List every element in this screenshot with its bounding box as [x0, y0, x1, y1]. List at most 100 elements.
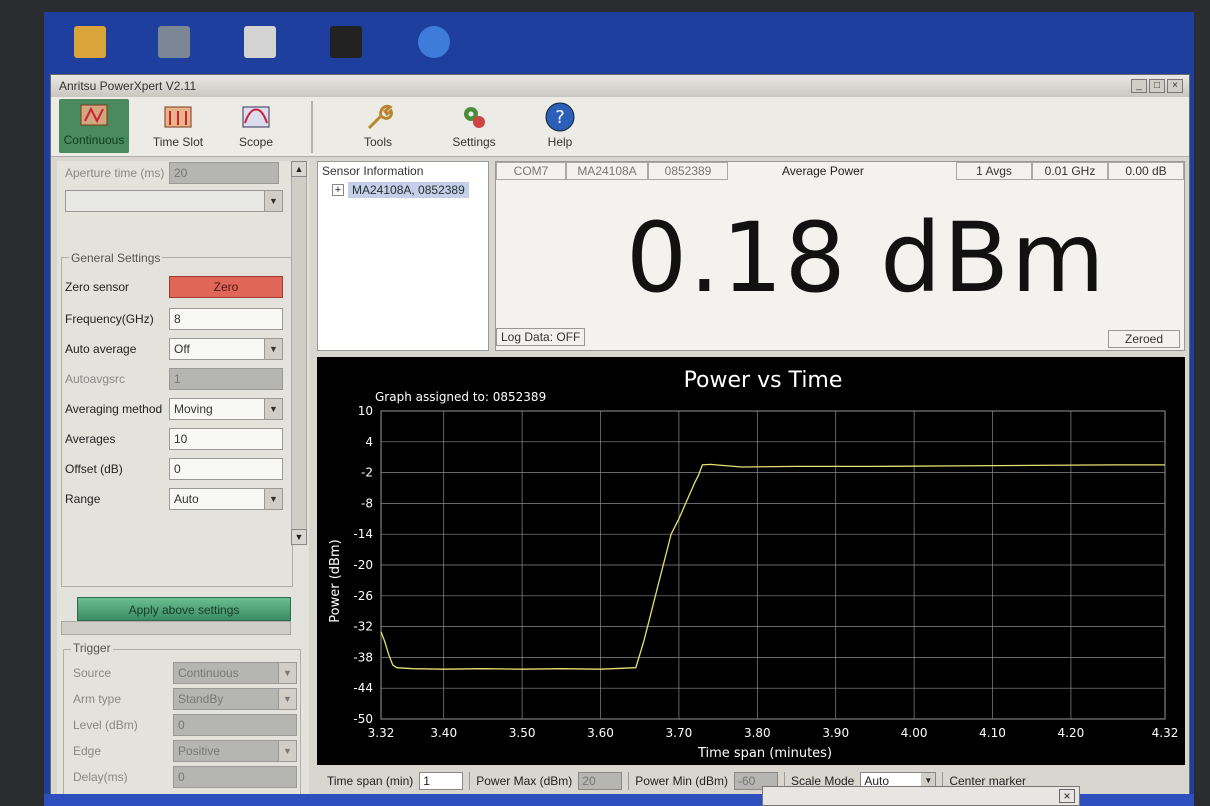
maximize-button[interactable]: □ — [1149, 79, 1165, 93]
frequency-input[interactable]: 8 — [169, 308, 283, 330]
averaging-method-select[interactable]: Moving ▼ — [169, 398, 283, 420]
serial-cell: 0852389 — [648, 162, 728, 180]
divider — [628, 772, 630, 790]
x-tick-label: 3.70 — [666, 726, 693, 740]
power-series-line — [380, 463, 1165, 670]
port-cell: COM7 — [496, 162, 566, 180]
offset-row: Offset (dB) 0 — [65, 457, 283, 481]
chart-subtitle: Graph assigned to: 0852389 — [375, 390, 546, 404]
zeroed-status: Zeroed — [1108, 330, 1180, 348]
autoavgsrc-input[interactable]: 1 — [169, 368, 283, 390]
zero-sensor-row: Zero sensor Zero — [65, 275, 283, 299]
powerxpert-window: Anritsu PowerXpert V2.11 _ □ × Continuou… — [50, 74, 1190, 806]
edge-row: Edge Positive ▼ — [73, 739, 297, 763]
y-tick-label: -2 — [361, 466, 373, 480]
auto-average-row: Auto average Off ▼ — [65, 337, 283, 361]
auto-average-select[interactable]: Off ▼ — [169, 338, 283, 360]
help-button[interactable]: ? Help — [525, 101, 595, 149]
divider — [469, 772, 471, 790]
chart-svg: Power vs Time Graph assigned to: 0852389… — [328, 368, 1179, 761]
toolbar-divider — [311, 101, 313, 153]
svg-text:?: ? — [555, 107, 565, 128]
settings-label: Settings — [452, 135, 496, 149]
edge-label: Edge — [73, 744, 102, 758]
globe-icon[interactable] — [404, 26, 464, 62]
settings-panel: Aperture time (ms) 20 ▼ General Settings… — [57, 161, 309, 801]
range-row: Range Auto ▼ — [65, 487, 283, 511]
apply-settings-button[interactable]: Apply above settings — [77, 597, 291, 621]
minimize-button[interactable]: _ — [1131, 79, 1147, 93]
edge-value: Positive — [178, 744, 221, 758]
level-input[interactable]: 0 — [173, 714, 297, 736]
scroll-up-icon[interactable]: ▲ — [291, 161, 307, 177]
x-tick-label: 4.00 — [901, 726, 928, 740]
horizontal-scrollbar[interactable] — [61, 621, 291, 635]
chart-title: Power vs Time — [684, 368, 843, 393]
arm-type-row: Arm type StandBy ▼ — [73, 687, 297, 711]
scope-mode-button[interactable]: Scope — [221, 101, 291, 149]
log-data-status: Log Data: OFF — [496, 328, 586, 346]
time-span-label: Time span (min) — [327, 774, 414, 788]
y-tick-label: -26 — [353, 589, 373, 603]
averages-input[interactable]: 10 — [169, 428, 283, 450]
chevron-down-icon: ▼ — [264, 191, 282, 211]
source-select[interactable]: Continuous ▼ — [173, 662, 297, 684]
chevron-down-icon[interactable]: ▼ — [278, 741, 296, 761]
frequency-label: Frequency(GHz) — [65, 312, 154, 326]
chevron-down-icon[interactable]: ▼ — [264, 399, 282, 419]
arm-type-value: StandBy — [178, 692, 224, 706]
folder-icon[interactable] — [60, 26, 120, 62]
expand-icon[interactable]: + — [332, 184, 344, 196]
settings-button[interactable]: Settings — [439, 101, 509, 149]
y-tick-label: -50 — [353, 712, 373, 726]
y-tick-label: -32 — [353, 620, 373, 634]
notification-popup: × — [762, 786, 1080, 806]
app-icon[interactable] — [144, 26, 204, 62]
delay-row: Delay(ms) 0 — [73, 765, 297, 789]
close-button[interactable]: × — [1167, 79, 1183, 93]
program-icon[interactable] — [316, 26, 376, 62]
sensor-node-label[interactable]: MA24108A, 0852389 — [348, 182, 469, 198]
frequency-row: Frequency(GHz) 8 — [65, 307, 283, 331]
close-icon[interactable]: × — [1059, 789, 1075, 803]
zero-button[interactable]: Zero — [169, 276, 283, 298]
tools-label: Tools — [363, 135, 392, 149]
sensor-tree-node[interactable]: + MA24108A, 0852389 — [332, 182, 469, 198]
edge-select[interactable]: Positive ▼ — [173, 740, 297, 762]
scroll-down-icon[interactable]: ▼ — [291, 529, 307, 545]
model-cell: MA24108A — [566, 162, 648, 180]
blurred-select[interactable]: ▼ — [65, 190, 283, 212]
auto-average-label: Auto average — [65, 342, 137, 356]
continuous-icon — [77, 99, 111, 131]
settings-scrollbar[interactable] — [291, 161, 307, 545]
aperture-label: Aperture time (ms) — [65, 166, 165, 180]
y-tick-label: 4 — [365, 435, 373, 449]
x-tick-label: 3.32 — [368, 726, 395, 740]
offset-input[interactable]: 0 — [169, 458, 283, 480]
aperture-input[interactable]: 20 — [169, 162, 279, 184]
tools-button[interactable]: Tools — [343, 101, 413, 149]
source-row: Source Continuous ▼ — [73, 661, 297, 685]
time-span-input[interactable]: 1 — [419, 772, 464, 790]
delay-input[interactable]: 0 — [173, 766, 297, 788]
chevron-down-icon[interactable]: ▼ — [264, 339, 282, 359]
autoavgsrc-row: Autoavgsrc 1 — [65, 367, 283, 391]
chevron-down-icon[interactable]: ▼ — [278, 689, 296, 709]
x-tick-label: 4.32 — [1152, 726, 1179, 740]
title-bar: Anritsu PowerXpert V2.11 _ □ × — [51, 75, 1189, 97]
wrench-icon — [361, 101, 395, 133]
document-icon[interactable] — [230, 26, 290, 62]
power-min-label: Power Min (dBm) — [635, 774, 728, 788]
time-slot-icon — [161, 101, 195, 133]
level-row: Level (dBm) 0 — [73, 713, 297, 737]
y-tick-label: -38 — [353, 650, 373, 664]
offset-cell: 0.00 dB — [1108, 162, 1184, 180]
chevron-down-icon[interactable]: ▼ — [278, 663, 296, 683]
y-tick-label: -20 — [353, 558, 373, 572]
power-max-input[interactable]: 20 — [578, 772, 623, 790]
arm-type-select[interactable]: StandBy ▼ — [173, 688, 297, 710]
chevron-down-icon[interactable]: ▼ — [264, 489, 282, 509]
time-slot-mode-button[interactable]: Time Slot — [143, 101, 213, 149]
continuous-mode-button[interactable]: Continuous — [59, 99, 129, 153]
range-select[interactable]: Auto ▼ — [169, 488, 283, 510]
